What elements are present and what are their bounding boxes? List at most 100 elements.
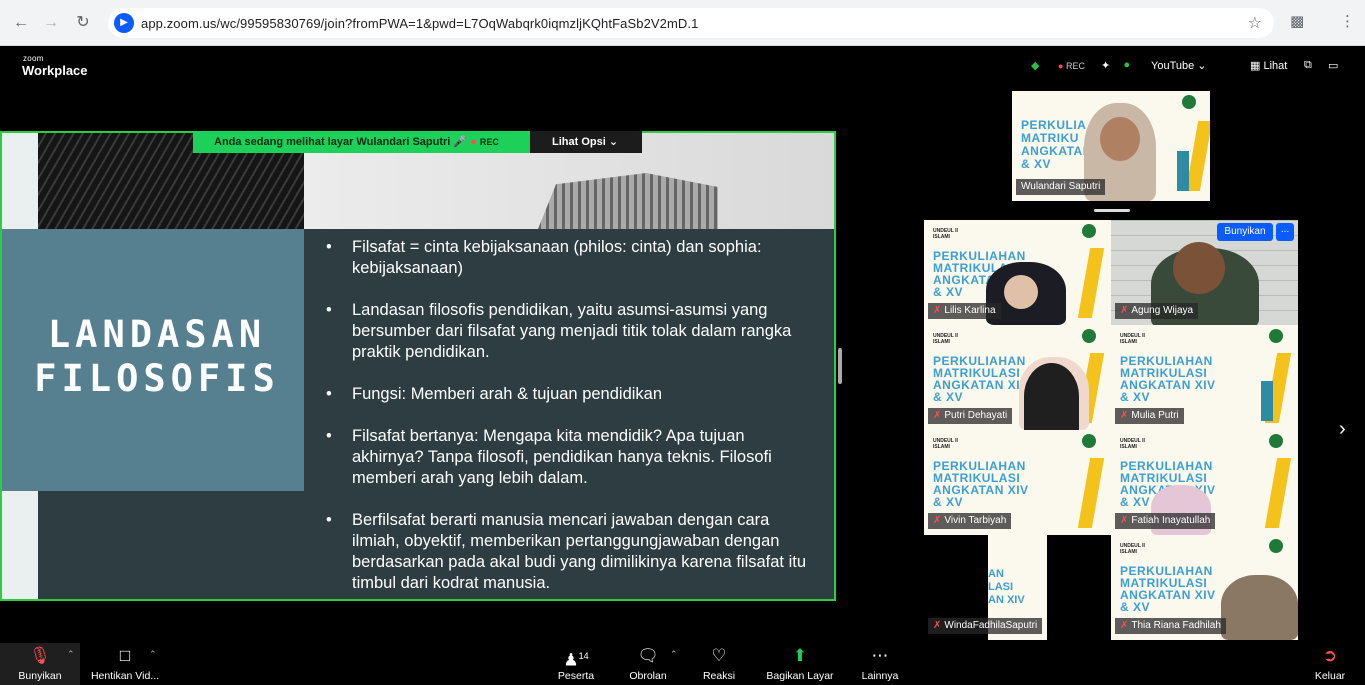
splitter-handle[interactable] — [838, 348, 842, 384]
heart-icon: ♡ — [711, 646, 727, 665]
tile-stripe — [1261, 381, 1273, 421]
rec-label: REC — [1065, 61, 1085, 71]
speaker-video-tile[interactable]: PERKULIA MATRIKU ANGKATAN & XV Wulandari… — [1012, 91, 1210, 201]
participant-tile[interactable]: AN LASI AN XIV ✗ WindaFadhilaSaputri — [924, 535, 1111, 640]
browser-chrome: ← → ↻ ▶ app.zoom.us/wc/99595830769/join?… — [0, 0, 1365, 46]
forward-icon[interactable]: → — [40, 12, 62, 34]
zoom-header: zoom Workplace ◆ ● REC ✦ ⦁ YouTube ⌄ ▦ L… — [0, 46, 1365, 88]
participants-count: 14 — [578, 651, 589, 661]
university-seal-icon — [1269, 434, 1283, 448]
participant-tile[interactable]: UNDEUL II ISLAMI PERKULIAHAN MATRIKULASI… — [1111, 535, 1298, 640]
university-seal-icon — [1269, 329, 1283, 343]
mic-muted-icon: ✗ — [933, 410, 942, 421]
slide-bullet: Filsafat bertanya: Mengapa kita mendidik… — [324, 426, 814, 489]
tile-slide-text: PERKULIA MATRIKU ANGKATAN & XV — [1021, 118, 1092, 171]
more-dots-icon: ⋯ — [871, 646, 889, 665]
reload-icon[interactable]: ↻ — [72, 12, 94, 34]
reactions-label: Reaksi — [702, 670, 736, 682]
participant-name: Fatiah Inayatullah — [1131, 515, 1211, 526]
university-seal-icon — [1082, 329, 1096, 343]
youtube-dropdown[interactable]: YouTube ⌄ — [1151, 59, 1207, 72]
mic-muted-icon: ✗ — [933, 515, 942, 526]
university-seal-icon — [1269, 539, 1283, 553]
tile-slide-text: PERKULIAHAN MATRIKULASI ANGKATAN XIV & X… — [933, 354, 1029, 404]
picture-in-picture-icon[interactable]: ⧉ — [1304, 59, 1312, 72]
participant-name: Vivin Tarbiyah — [944, 515, 1007, 526]
rec-dot-icon: ● — [1058, 61, 1064, 71]
tile-slide-text: PERKULIAHAN MATRIKULASI ANGKATAN XIV & X… — [1120, 564, 1216, 614]
participant-name-tag: ✗ WindaFadhilaSaputri — [928, 618, 1043, 634]
chat-button[interactable]: 🗨 Obrolan — [622, 643, 674, 685]
participant-name: Mulia Putri — [1131, 410, 1179, 421]
participant-tile[interactable]: UNDEUL II ISLAMI PERKULIAHAN MATRIKULASI… — [1111, 325, 1298, 430]
mic-muted-icon: ✗ — [1120, 620, 1129, 631]
participant-face — [1004, 275, 1038, 309]
participant-name-tag: ✗ Lilis Karlina — [928, 303, 1001, 319]
tile-slide-text: PERKULIAHAN MATRIKULASI ANGKATAN XIV & X… — [933, 459, 1029, 509]
participant-face — [1173, 242, 1225, 294]
tile-slide-head: UNDEUL II ISLAMI — [1120, 333, 1145, 345]
rec-indicator[interactable]: ● REC — [1058, 61, 1085, 71]
chat-options-chevron-icon[interactable]: ⌃ — [670, 649, 678, 660]
tile-slide-head: UNDEUL II ISLAMI — [1120, 438, 1145, 450]
share-screen-button[interactable]: ⬆ Bagikan Layar — [763, 643, 837, 685]
tile-slide-text: AN LASI AN XIV — [988, 568, 1025, 606]
participants-icon: ♟14 — [563, 650, 589, 670]
university-seal-icon — [1082, 434, 1096, 448]
participants-button[interactable]: ♟14 Peserta — [549, 643, 603, 685]
bookmark-star-icon[interactable]: ☆ — [1248, 13, 1262, 33]
stop-video-label: Hentikan Vid... — [90, 670, 160, 682]
participant-name: Agung Wijaya — [1131, 305, 1194, 316]
livestream-icon[interactable]: ⦁ — [1124, 59, 1130, 72]
zoom-logo-bottom: Workplace — [22, 63, 88, 78]
slide-title-line1: LANDASAN — [47, 313, 267, 356]
next-page-chevron-icon[interactable]: › — [1339, 418, 1346, 441]
participant-video — [1221, 575, 1298, 640]
slide-bullet: Fungsi: Memberi arah & tujuan pendidikan — [324, 384, 814, 405]
reactions-button[interactable]: ♡ Reaksi — [696, 643, 742, 685]
speaker-resize-bar[interactable] — [1094, 209, 1130, 212]
more-button[interactable]: ⋯ Lainnya — [856, 643, 904, 685]
rec-dot-icon: ● — [470, 136, 477, 148]
zoom-logo-top: zoom — [23, 54, 44, 63]
building-graphic — [538, 173, 718, 229]
participant-name-tag: ✗ Putri Dehayati — [928, 408, 1013, 424]
tile-slide-head: UNDEUL II ISLAMI — [933, 438, 958, 450]
share-banner-text: Anda sedang melihat layar Wulandari Sapu… — [214, 136, 451, 148]
participant-more-button[interactable]: ... — [1276, 223, 1294, 241]
share-screen-label: Bagikan Layar — [766, 670, 834, 682]
fullscreen-icon[interactable]: ▭ — [1328, 59, 1338, 72]
url-text[interactable]: app.zoom.us/wc/99595830769/join?fromPWA=… — [141, 16, 698, 31]
video-options-chevron-icon[interactable]: ⌃ — [149, 649, 157, 660]
back-icon[interactable]: ← — [10, 12, 32, 34]
address-bar[interactable]: ▶ app.zoom.us/wc/99595830769/join?fromPW… — [108, 8, 1274, 38]
participant-name: Thia Riana Fadhilah — [1131, 620, 1221, 631]
more-label: Lainnya — [861, 670, 899, 682]
chevron-down-icon: ⌄ — [608, 136, 619, 148]
participant-name-tag: Wulandari Saputri — [1016, 179, 1106, 195]
browser-menu-icon[interactable]: ⋮ — [1340, 12, 1355, 30]
participant-name-tag: ✗ Thia Riana Fadhilah — [1115, 618, 1226, 634]
leave-button[interactable]: ➲ Keluar — [1308, 643, 1352, 685]
leave-label: Keluar — [1314, 670, 1346, 682]
view-options-button[interactable]: Lihat Opsi ⌄ — [530, 131, 642, 153]
slide-title-line2: FILOSOFIS — [34, 357, 280, 400]
share-banner: Anda sedang melihat layar Wulandari Sapu… — [193, 131, 530, 153]
view-button[interactable]: ▦ Lihat — [1250, 59, 1287, 72]
sparkle-icon[interactable]: ✦ — [1101, 59, 1110, 72]
participant-tile[interactable]: UNDEUL II ISLAMI PERKULIAHAN MATRIKULASI… — [924, 220, 1111, 325]
participant-tile[interactable]: UNDEUL II ISLAMI PERKULIAHAN MATRIKULASI… — [1111, 430, 1298, 535]
shared-screen[interactable]: LANDASAN FILOSOFIS Filsafat = cinta kebi… — [0, 131, 836, 601]
meeting-stage: LANDASAN FILOSOFIS Filsafat = cinta kebi… — [0, 88, 1365, 643]
slide-bullet: Landasan filosofis pendidikan, yaitu asu… — [324, 300, 814, 363]
audio-options-chevron-icon[interactable]: ⌃ — [67, 649, 75, 660]
chevron-down-icon: ⌄ — [1197, 60, 1207, 72]
security-shield-icon[interactable]: ◆ — [1031, 59, 1039, 72]
unmute-participant-button[interactable]: Bunyikan — [1217, 223, 1273, 241]
participant-face — [1024, 363, 1079, 430]
participant-name-tag: ✗ Fatiah Inayatullah — [1115, 513, 1216, 529]
view-label: Lihat — [1263, 60, 1288, 72]
participant-tile[interactable]: UNDEUL II ISLAMI PERKULIAHAN MATRIKULASI… — [924, 430, 1111, 535]
extensions-icon[interactable]: ▩ — [1290, 12, 1304, 30]
participant-tile[interactable]: UNDEUL II ISLAMI PERKULIAHAN MATRIKULASI… — [924, 325, 1111, 430]
